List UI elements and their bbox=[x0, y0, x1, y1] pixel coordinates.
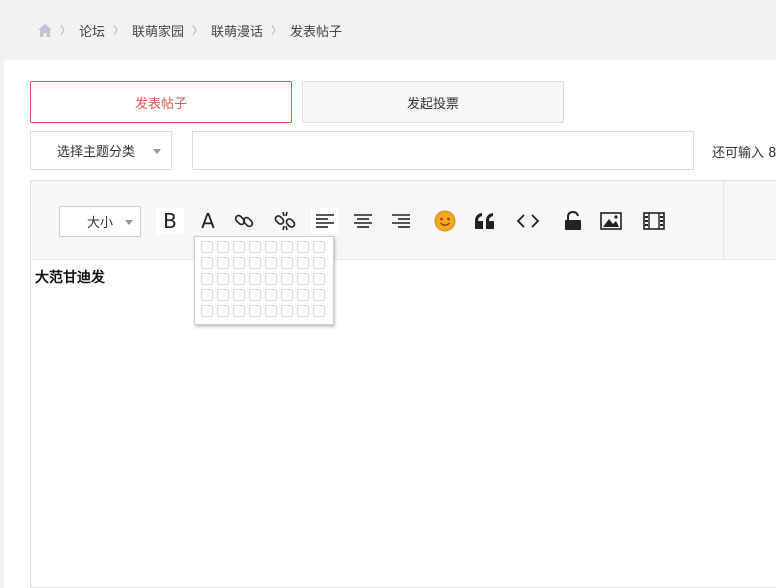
table-picker-cell[interactable] bbox=[265, 289, 277, 301]
table-picker-cell[interactable] bbox=[281, 289, 293, 301]
caret-down-icon bbox=[125, 220, 133, 225]
align-center-icon bbox=[354, 214, 372, 228]
font-size-label: 大小 bbox=[87, 216, 114, 231]
link-icon bbox=[234, 214, 254, 228]
quote-icon bbox=[475, 213, 494, 229]
home-icon bbox=[38, 23, 52, 37]
emoji-icon bbox=[434, 210, 456, 232]
table-picker-cell[interactable] bbox=[281, 241, 293, 253]
table-picker-cell[interactable] bbox=[249, 241, 261, 253]
toolbar-divider bbox=[723, 181, 724, 260]
font-color-button[interactable]: A bbox=[194, 208, 222, 234]
table-picker-cell[interactable] bbox=[201, 305, 213, 317]
table-picker-cell[interactable] bbox=[217, 305, 229, 317]
bold-icon: B bbox=[163, 209, 177, 233]
caret-down-icon bbox=[153, 149, 161, 154]
video-button[interactable] bbox=[640, 208, 668, 234]
tab-new-poll[interactable]: 发起投票 bbox=[302, 81, 564, 123]
align-center-button[interactable] bbox=[349, 208, 377, 234]
subject-input[interactable] bbox=[192, 131, 694, 170]
table-picker-cell[interactable] bbox=[265, 241, 277, 253]
post-form: 发表帖子 发起投票 选择主题分类 还可输入 8 大小 B A 大范甘迪发 bbox=[4, 60, 776, 588]
editor-content[interactable]: 大范甘迪发 bbox=[35, 267, 105, 287]
table-picker-cell[interactable] bbox=[217, 257, 229, 269]
category-select[interactable]: 选择主题分类 bbox=[30, 131, 172, 170]
chevron-right-icon: 〉 bbox=[192, 24, 204, 37]
rich-text-editor: 大小 B A 大范甘迪发 bbox=[30, 180, 776, 588]
table-picker-cell[interactable] bbox=[313, 257, 325, 269]
table-picker-cell[interactable] bbox=[313, 241, 325, 253]
breadcrumb-item-board[interactable]: 联萌漫话 bbox=[211, 21, 263, 40]
emoji-button[interactable] bbox=[431, 208, 459, 234]
table-picker-cell[interactable] bbox=[297, 241, 309, 253]
chevron-right-icon: 〉 bbox=[113, 24, 125, 37]
table-picker-cell[interactable] bbox=[281, 305, 293, 317]
table-picker-cell[interactable] bbox=[313, 273, 325, 285]
table-picker-cell[interactable] bbox=[297, 273, 309, 285]
table-picker-cell[interactable] bbox=[217, 241, 229, 253]
table-picker-cell[interactable] bbox=[233, 273, 245, 285]
table-picker-cell[interactable] bbox=[249, 257, 261, 269]
table-picker-cell[interactable] bbox=[201, 273, 213, 285]
hide-content-button[interactable] bbox=[559, 208, 587, 234]
unlink-icon bbox=[274, 211, 296, 231]
unlink-button[interactable] bbox=[271, 208, 299, 234]
image-icon bbox=[600, 212, 622, 230]
table-picker-cell[interactable] bbox=[313, 305, 325, 317]
table-picker-cell[interactable] bbox=[297, 257, 309, 269]
link-button[interactable] bbox=[230, 208, 258, 234]
chevron-right-icon: 〉 bbox=[271, 24, 283, 37]
font-size-select[interactable]: 大小 bbox=[59, 206, 141, 237]
quote-button[interactable] bbox=[471, 208, 499, 234]
breadcrumb-item-forum[interactable]: 论坛 bbox=[79, 21, 105, 40]
table-picker-cell[interactable] bbox=[281, 273, 293, 285]
code-icon bbox=[516, 214, 540, 228]
table-picker-cell[interactable] bbox=[233, 241, 245, 253]
align-left-button[interactable] bbox=[311, 208, 339, 234]
table-picker-cell[interactable] bbox=[201, 257, 213, 269]
align-right-icon bbox=[392, 214, 410, 228]
char-counter: 还可输入 8 bbox=[712, 146, 776, 161]
table-picker-cell[interactable] bbox=[313, 289, 325, 301]
video-icon bbox=[643, 212, 665, 230]
chevron-right-icon: 〉 bbox=[60, 24, 71, 37]
table-picker-cell[interactable] bbox=[201, 241, 213, 253]
table-picker-cell[interactable] bbox=[265, 257, 277, 269]
lock-icon bbox=[565, 211, 581, 230]
breadcrumb-item-home[interactable]: 联萌家园 bbox=[132, 21, 184, 40]
code-button[interactable] bbox=[514, 208, 542, 234]
editor-toolbar: 大小 B A bbox=[31, 181, 776, 260]
table-picker-cell[interactable] bbox=[265, 305, 277, 317]
table-picker-cell[interactable] bbox=[281, 257, 293, 269]
table-picker-cell[interactable] bbox=[233, 305, 245, 317]
image-button[interactable] bbox=[597, 208, 625, 234]
align-right-button[interactable] bbox=[387, 208, 415, 234]
home-link[interactable] bbox=[38, 23, 52, 37]
bold-button[interactable]: B bbox=[156, 208, 184, 234]
table-picker-cell[interactable] bbox=[249, 305, 261, 317]
table-picker-cell[interactable] bbox=[297, 289, 309, 301]
table-picker-cell[interactable] bbox=[217, 289, 229, 301]
table-picker-cell[interactable] bbox=[297, 305, 309, 317]
table-picker-cell[interactable] bbox=[233, 289, 245, 301]
category-select-label: 选择主题分类 bbox=[57, 145, 136, 160]
table-picker-popup bbox=[194, 236, 334, 325]
align-left-icon bbox=[316, 214, 334, 228]
breadcrumb: 〉 论坛 〉 联萌家园 〉 联萌漫话 〉 发表帖子 bbox=[0, 0, 776, 60]
tab-new-post[interactable]: 发表帖子 bbox=[30, 81, 292, 123]
table-picker-cell[interactable] bbox=[249, 273, 261, 285]
table-picker-cell[interactable] bbox=[217, 273, 229, 285]
breadcrumb-item-current: 发表帖子 bbox=[290, 24, 343, 40]
table-picker-cell[interactable] bbox=[249, 289, 261, 301]
font-color-icon: A bbox=[201, 209, 215, 233]
table-picker-cell[interactable] bbox=[201, 289, 213, 301]
table-picker-cell[interactable] bbox=[233, 257, 245, 269]
table-picker-cell[interactable] bbox=[265, 273, 277, 285]
